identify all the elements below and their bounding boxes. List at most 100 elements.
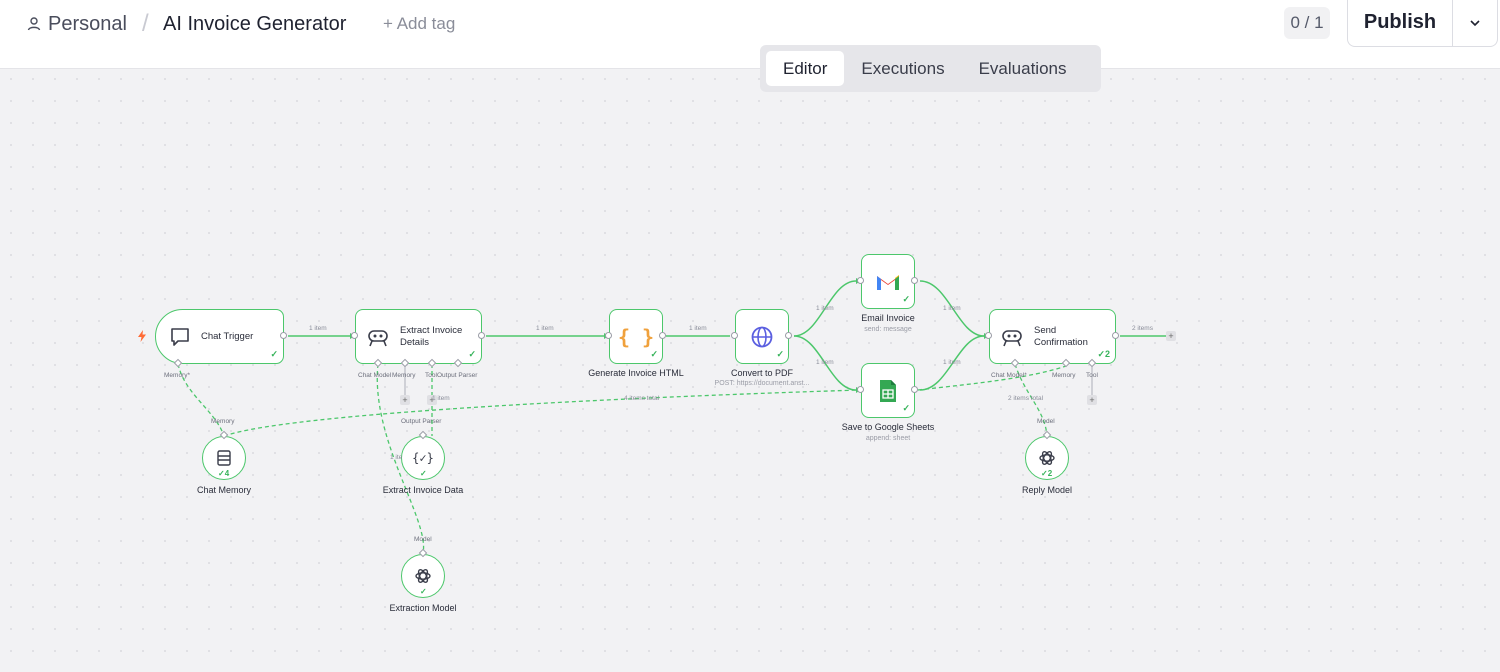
- input-handle[interactable]: [857, 386, 864, 393]
- ai-agent-icon: [368, 329, 388, 346]
- node-label: Extract Invoice Data: [382, 485, 464, 495]
- ai-agent-icon: [1002, 329, 1022, 346]
- tab-evaluations[interactable]: Evaluations: [962, 51, 1084, 86]
- node-subtitle: append: sheet: [865, 435, 911, 442]
- chat-bubble-icon: [171, 327, 189, 346]
- success-check-icon: ✓: [420, 587, 427, 596]
- run-count-badge: 4: [224, 469, 230, 478]
- node-title: Send Confirmation: [1034, 325, 1088, 349]
- add-tool-button[interactable]: +: [1087, 395, 1097, 405]
- edge-label: 1 item: [943, 359, 961, 366]
- breadcrumb-personal[interactable]: Personal: [26, 12, 127, 36]
- openai-icon: [415, 569, 431, 583]
- port-label-output-parser: Output Parser: [437, 372, 478, 379]
- success-check-icon: ✓: [420, 469, 427, 478]
- port-label-chat-model: Chat Model*: [991, 372, 1027, 379]
- node-label: Email Invoice: [861, 313, 915, 323]
- output-handle[interactable]: [911, 277, 918, 284]
- port-label-in-model: Model: [1037, 418, 1055, 425]
- input-handle[interactable]: [985, 332, 992, 339]
- edge-label: 1 item: [689, 325, 707, 332]
- node-reply-model[interactable]: ✓2: [1025, 436, 1069, 480]
- success-check-icon: ✓: [468, 349, 476, 359]
- input-handle[interactable]: [857, 277, 864, 284]
- node-generate-invoice-html[interactable]: { } ✓: [609, 309, 663, 364]
- node-save-to-google-sheets[interactable]: ✓: [861, 363, 915, 418]
- node-title: Extract Invoice Details: [400, 325, 462, 349]
- publish-group: Publish: [1347, 0, 1498, 47]
- input-handle[interactable]: [731, 332, 738, 339]
- globe-icon: [751, 326, 773, 347]
- publish-options-button[interactable]: [1452, 0, 1497, 46]
- success-check-icon: ✓: [270, 349, 278, 359]
- edge-label: 2 items: [1132, 325, 1153, 332]
- node-title: Chat Trigger: [201, 330, 254, 342]
- tab-editor[interactable]: Editor: [766, 51, 845, 86]
- port-label-chat-model: Chat Model: [358, 372, 392, 379]
- edge-label: 1 ite: [390, 454, 403, 461]
- add-tag-button[interactable]: + Add tag: [383, 14, 455, 34]
- add-next-node-button[interactable]: +: [1166, 331, 1176, 341]
- input-handle[interactable]: [351, 332, 358, 339]
- breadcrumb-separator: /: [142, 10, 149, 37]
- tab-executions[interactable]: Executions: [844, 51, 961, 86]
- node-title-line: Details: [400, 336, 430, 348]
- node-extraction-model[interactable]: ✓: [401, 554, 445, 598]
- success-check-icon: ✓: [902, 294, 910, 304]
- node-label: Chat Memory: [196, 485, 251, 495]
- view-tabs: Editor Executions Evaluations: [760, 45, 1101, 92]
- node-label: Save to Google Sheets: [841, 422, 935, 432]
- edge-label: 2 items total: [1008, 395, 1044, 402]
- code-braces-icon: { }: [617, 324, 655, 349]
- output-handle[interactable]: [659, 332, 666, 339]
- node-title-line: Confirmation: [1034, 336, 1088, 348]
- node-title-line: Extract Invoice: [400, 324, 463, 336]
- port-label-memory: Memory*: [164, 372, 191, 379]
- openai-icon: [1039, 451, 1055, 465]
- node-chat-memory[interactable]: ✓4: [202, 436, 246, 480]
- port-label-memory: Memory: [392, 372, 416, 379]
- node-send-confirmation[interactable]: Send Confirmation ✓2: [989, 309, 1116, 364]
- node-label: Convert to PDF: [730, 368, 794, 378]
- success-check-icon: ✓: [776, 349, 784, 359]
- workflow-name[interactable]: AI Invoice Generator: [163, 12, 346, 36]
- breadcrumb-workspace-label: Personal: [48, 13, 127, 35]
- node-extract-invoice-details[interactable]: Extract Invoice Details ✓: [355, 309, 482, 364]
- node-convert-to-pdf[interactable]: ✓: [735, 309, 789, 364]
- json-braces-icon: {✓}: [412, 451, 434, 465]
- edge-label: 1 item: [309, 325, 327, 332]
- success-check-icon: ✓2: [1097, 349, 1110, 359]
- node-subtitle: POST: https://document.anst...: [714, 380, 810, 387]
- edge-label: 1 item: [943, 305, 961, 312]
- node-subtitle: send: message: [864, 326, 912, 333]
- collaborators-counter: 0 / 1: [1284, 7, 1330, 39]
- edge-label: 4 items total: [624, 395, 660, 402]
- database-icon: [217, 450, 231, 466]
- port-label-in-output-parser: Output Parser: [401, 418, 442, 425]
- output-handle[interactable]: [1112, 332, 1119, 339]
- output-handle[interactable]: [280, 332, 287, 339]
- output-handle[interactable]: [478, 332, 485, 339]
- node-extract-invoice-data[interactable]: {✓} ✓: [401, 436, 445, 480]
- edge-label: 1 item: [816, 305, 834, 312]
- node-chat-trigger[interactable]: Chat Trigger ✓: [155, 309, 284, 364]
- publish-button[interactable]: Publish: [1348, 0, 1452, 46]
- success-check-icon: ✓: [902, 403, 910, 413]
- node-label: Reply Model: [1021, 485, 1073, 495]
- node-email-invoice[interactable]: ✓: [861, 254, 915, 309]
- port-label-in-model: Model: [414, 536, 432, 543]
- success-check-icon: ✓4: [218, 469, 230, 478]
- output-handle[interactable]: [785, 332, 792, 339]
- success-check-icon: ✓: [650, 349, 658, 359]
- input-handle[interactable]: [605, 332, 612, 339]
- node-label: Generate Invoice HTML: [588, 368, 684, 378]
- run-count-badge: 2: [1104, 349, 1110, 359]
- success-check-icon: ✓2: [1041, 469, 1053, 478]
- edge-label: 1 item: [432, 395, 450, 402]
- port-label-in-memory: Memory: [211, 418, 235, 425]
- node-title-line: Send: [1034, 324, 1057, 336]
- add-memory-button[interactable]: +: [400, 395, 410, 405]
- edge-label: 1 item: [536, 325, 554, 332]
- output-handle[interactable]: [911, 386, 918, 393]
- node-label: Extraction Model: [389, 603, 457, 613]
